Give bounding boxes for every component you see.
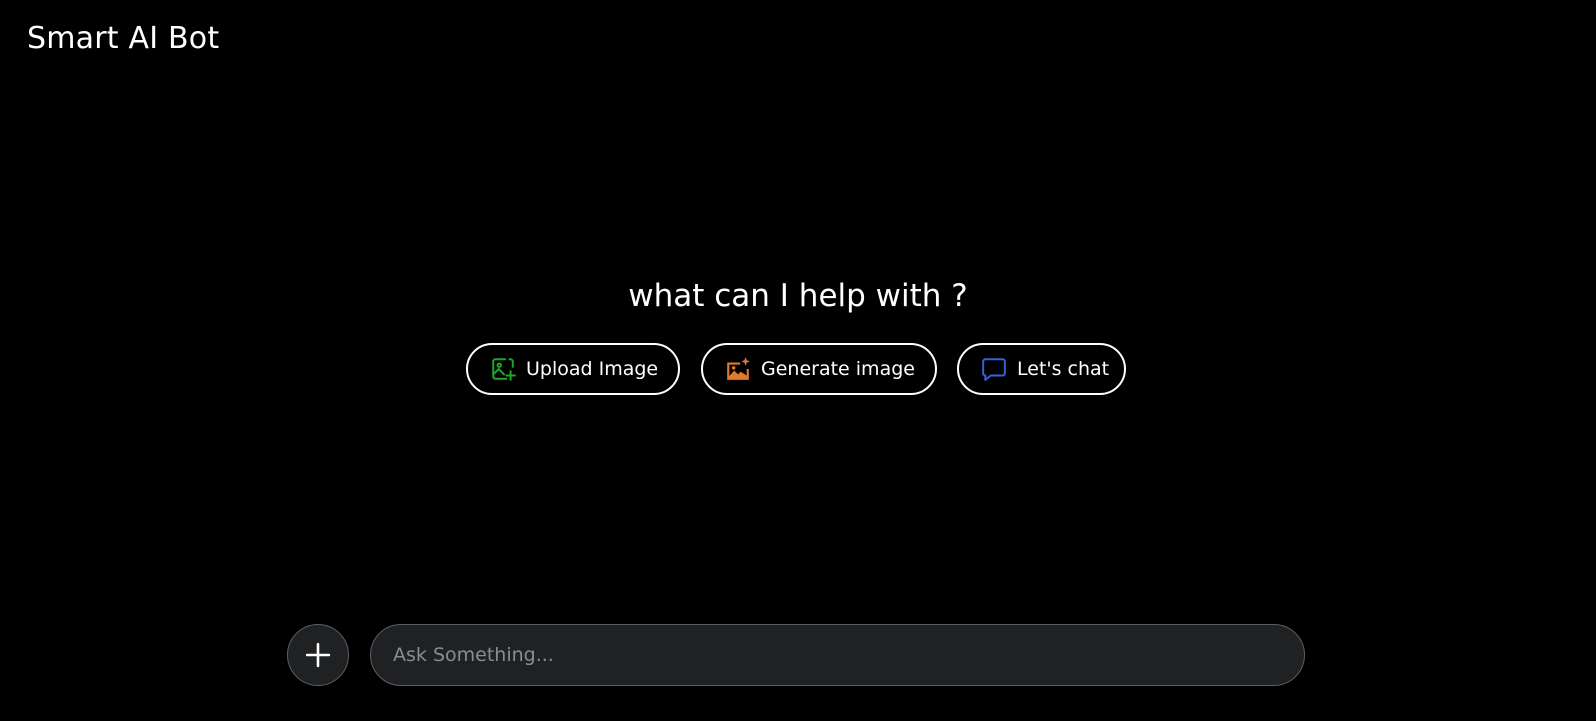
image-plus-icon [490,356,516,382]
quick-actions: Upload Image Generate image Let's chat [0,343,1596,395]
ask-input[interactable] [371,625,1304,685]
lets-chat-button[interactable]: Let's chat [957,343,1126,395]
image-sparkle-icon [725,356,751,382]
chat-bubble-icon [981,356,1007,382]
upload-image-button[interactable]: Upload Image [466,343,680,395]
prompt-heading: what can I help with ? [628,278,968,314]
generate-image-label: Generate image [761,358,915,380]
plus-icon [305,642,331,668]
chat-input-container [370,624,1305,686]
upload-image-label: Upload Image [526,358,659,380]
add-button[interactable] [287,624,349,686]
lets-chat-label: Let's chat [1017,358,1110,380]
generate-image-button[interactable]: Generate image [701,343,937,395]
app-title: Smart AI Bot [27,21,220,56]
